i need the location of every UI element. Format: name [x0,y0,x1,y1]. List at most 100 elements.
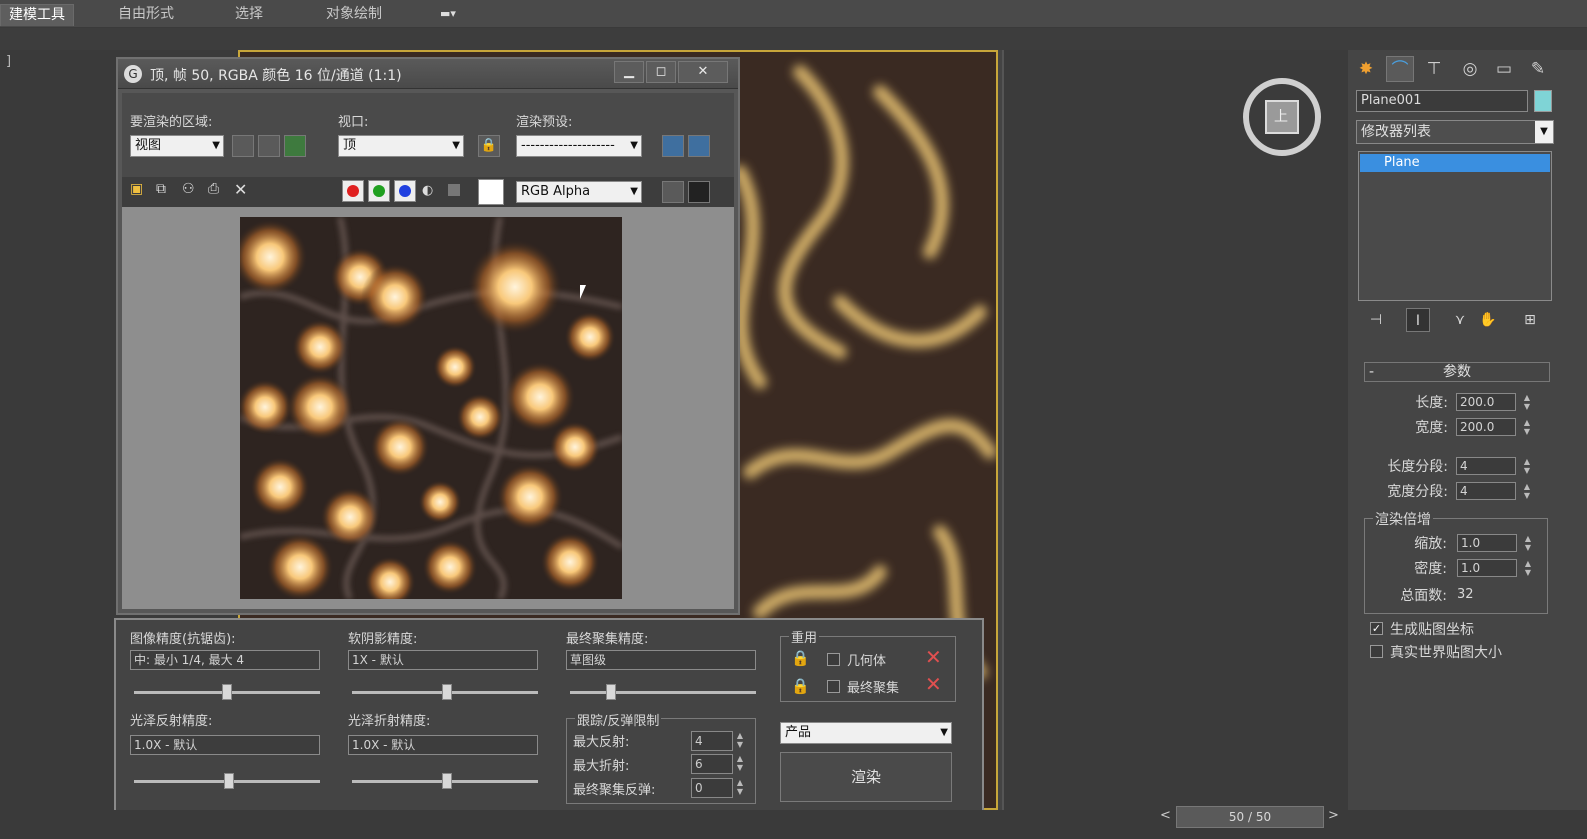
object-name-field[interactable]: Plane001 [1356,90,1528,112]
viewport-dropdown[interactable]: 顶 ▼ [338,135,464,157]
length-spinner[interactable]: 200.0 [1456,393,1516,411]
save-icon[interactable]: ▣ [130,181,148,199]
hierarchy-tab-icon[interactable]: ⊤ [1420,56,1448,82]
toggle-ui-icon[interactable] [688,181,710,203]
glossy-reflect-slider-thumb[interactable] [224,773,234,789]
glossy-reflect-field[interactable]: 1.0X - 默认 [130,735,320,755]
window-titlebar[interactable]: G 顶, 帧 50, RGBA 颜色 16 位/通道 (1:1) ▁ ◻ ✕ [118,59,738,89]
clone-icon[interactable]: ⚇ [182,181,200,199]
spinner-arrows-icon[interactable]: ▲ ▼ [1522,393,1532,411]
spinner-arrows-icon[interactable]: ▲ ▼ [735,778,745,798]
viewcube-face-label: 上 [1274,109,1288,125]
minimize-button[interactable]: ▁ [614,61,644,83]
viewcube[interactable]: 上 [1240,75,1324,159]
alpha-toggle-icon[interactable]: ◐ [422,183,436,198]
max-refract-spinner[interactable]: 6 [691,754,733,774]
lock-icon[interactable]: 🔒 [478,135,500,157]
utilities-tab-icon[interactable]: ✎ [1524,56,1552,82]
monochrome-icon[interactable] [448,184,460,196]
max-reflect-spinner[interactable]: 4 [691,731,733,751]
render-setup-icon[interactable] [662,135,684,157]
motion-tab-icon[interactable]: ◎ [1456,56,1484,82]
render-region-icon[interactable] [284,135,306,157]
object-color-swatch[interactable] [1534,90,1552,112]
pin-stack-icon[interactable]: ⊣ [1364,308,1388,332]
make-unique-icon[interactable]: ⋎ [1448,308,1472,332]
time-slider[interactable]: 50 / 50 [1176,806,1324,828]
lock-icon[interactable]: 🔒 [791,649,810,667]
real-world-map-checkbox[interactable] [1370,645,1383,658]
stack-item-plane[interactable]: Plane [1360,154,1550,172]
scale-spinner[interactable]: 1.0 [1457,534,1517,552]
parameters-header[interactable]: - 参数 [1364,362,1550,382]
dropdown-menu-icon[interactable]: ▬▾ [440,7,466,21]
next-frame-button[interactable]: > [1328,808,1342,826]
print-icon[interactable]: ⎙ [208,181,226,199]
reuse-geometry-checkbox[interactable] [827,653,840,666]
final-gather-field[interactable]: 草图级 [566,650,756,670]
density-spinner[interactable]: 1.0 [1457,559,1517,577]
reuse-final-gather-checkbox[interactable] [827,680,840,693]
tab-modeling-tools[interactable]: 建模工具 [0,4,74,26]
fg-bounce-spinner[interactable]: 0 [691,778,733,798]
color-swatch[interactable] [478,179,504,205]
window-title: 顶, 帧 50, RGBA 颜色 16 位/通道 (1:1) [150,68,402,84]
modify-tab-icon[interactable]: ⌒ [1386,56,1414,82]
restore-button[interactable]: ◻ [646,61,676,83]
length-segs-spinner[interactable]: 4 [1456,457,1516,475]
render-mode-dropdown[interactable]: 产品 ▼ [780,722,952,744]
glossy-refract-field[interactable]: 1.0X - 默认 [348,735,538,755]
right-viewport[interactable] [1002,50,1348,810]
image-precision-field[interactable]: 中: 最小 1/4, 最大 4 [130,650,320,670]
total-faces-label: 总面数: [1400,588,1447,604]
create-tab-icon[interactable]: ✸ [1352,56,1380,82]
close-button[interactable]: ✕ [678,61,728,83]
configure-modifier-sets-icon[interactable]: ⊞ [1518,308,1542,332]
rendered-image[interactable] [240,217,622,599]
display-tab-icon[interactable]: ▭ [1490,56,1518,82]
area-dropdown[interactable]: 视图 ▼ [130,135,224,157]
copy-icon[interactable]: ⧉ [156,181,174,199]
clear-icon[interactable]: ✕ [234,180,252,199]
final-gather-slider-thumb[interactable] [606,684,616,700]
toggle-ui-overlay-icon[interactable] [662,181,684,203]
modifier-list-dropdown[interactable]: 修改器列表 ▼ [1356,120,1554,144]
tab-selection[interactable]: 选择 [235,4,263,26]
red-channel-button[interactable] [342,180,364,202]
lock-icon[interactable]: 🔒 [791,677,810,695]
glossy-refract-slider-thumb[interactable] [442,773,452,789]
clear-geometry-cache-icon[interactable]: ✕ [925,645,942,669]
preset-label: 渲染预设: [516,115,573,130]
channel-dropdown[interactable]: RGB Alpha ▼ [516,181,642,203]
spinner-arrows-icon[interactable]: ▲ ▼ [735,731,745,751]
preset-dropdown[interactable]: -------------------- ▼ [516,135,642,157]
spinner-arrows-icon[interactable]: ▲ ▼ [1523,559,1533,577]
remove-modifier-icon[interactable]: ✋ [1476,308,1500,332]
soft-shadow-slider-thumb[interactable] [442,684,452,700]
blue-channel-button[interactable] [394,180,416,202]
soft-shadow-field[interactable]: 1X - 默认 [348,650,538,670]
max-reflect-label: 最大反射: [573,735,630,750]
gen-map-coords-checkbox[interactable]: ✓ [1370,622,1383,635]
tab-object-paint[interactable]: 对象绘制 [326,4,382,26]
spinner-arrows-icon[interactable]: ▲ ▼ [1522,457,1532,475]
spinner-arrows-icon[interactable]: ▲ ▼ [735,754,745,774]
auto-region-icon[interactable] [258,135,280,157]
show-end-result-icon[interactable]: Ⅰ [1406,308,1430,332]
edit-region-icon[interactable] [232,135,254,157]
final-gather-slider-track[interactable] [570,691,756,694]
tab-freeform[interactable]: 自由形式 [118,4,174,26]
width-segs-spinner[interactable]: 4 [1456,482,1516,500]
spinner-arrows-icon[interactable]: ▲ ▼ [1522,418,1532,436]
width-spinner[interactable]: 200.0 [1456,418,1516,436]
length-label: 长度: [1415,395,1448,411]
image-precision-slider-thumb[interactable] [222,684,232,700]
green-channel-button[interactable] [368,180,390,202]
spinner-arrows-icon[interactable]: ▲ ▼ [1523,534,1533,552]
environment-icon[interactable] [688,135,710,157]
render-button[interactable]: 渲染 [780,752,952,802]
prev-frame-button[interactable]: < [1160,808,1174,826]
clear-final-gather-cache-icon[interactable]: ✕ [925,672,942,696]
status-bar [0,810,1587,839]
spinner-arrows-icon[interactable]: ▲ ▼ [1522,482,1532,500]
